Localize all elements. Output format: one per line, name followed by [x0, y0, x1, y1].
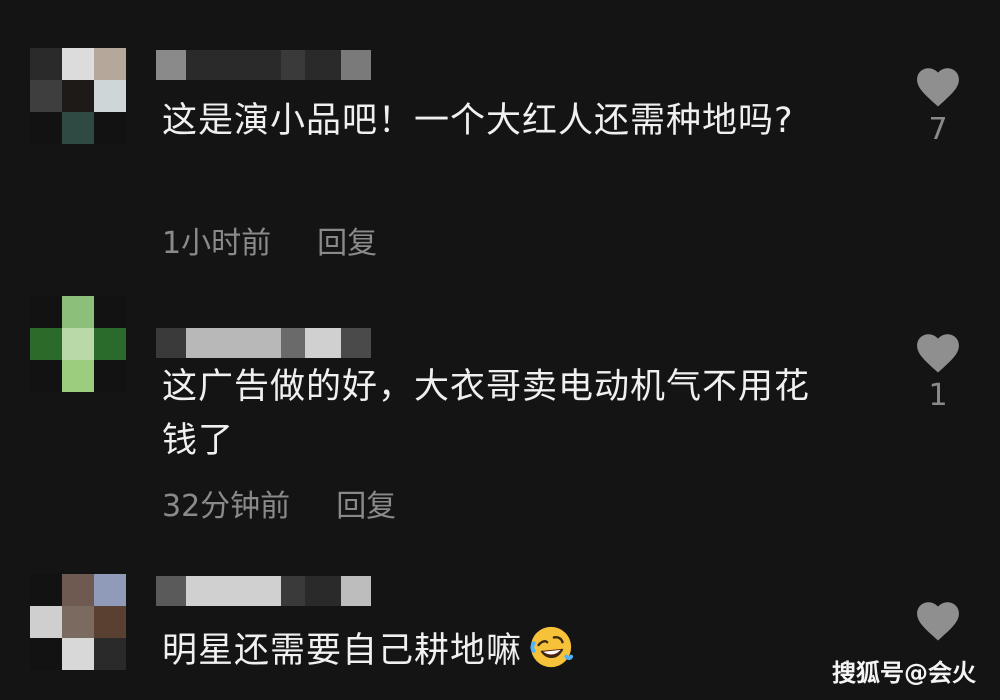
- heart-icon: [917, 602, 959, 641]
- avatar-pixel: [94, 112, 126, 144]
- comment-time: 32分钟前: [162, 489, 291, 524]
- username[interactable]: [156, 328, 371, 358]
- avatar-pixel: [30, 48, 62, 80]
- username-mosaic-block: [305, 50, 341, 80]
- avatar-pixel: [94, 328, 126, 360]
- avatar-pixel: [30, 112, 62, 144]
- reply-button[interactable]: 回复: [317, 218, 377, 262]
- avatar-pixel: [62, 360, 94, 392]
- avatar-pixel: [62, 606, 94, 638]
- avatar-pixel: [62, 328, 94, 360]
- avatar-pixel: [30, 296, 62, 328]
- avatar-pixel: [94, 574, 126, 606]
- avatar-pixel: [94, 48, 126, 80]
- avatar-pixel: [30, 574, 62, 606]
- avatar-pixel: [30, 606, 62, 638]
- username[interactable]: [156, 50, 371, 80]
- avatar-pixel: [30, 80, 62, 112]
- avatar-pixel: [94, 638, 126, 670]
- avatar-pixel: [30, 328, 62, 360]
- username-mosaic-block: [341, 50, 371, 80]
- comment-meta: 32分钟前 回复: [162, 481, 396, 525]
- comment-text-content: 明星还需要自己耕地嘛: [162, 631, 523, 671]
- username-mosaic-block: [281, 328, 305, 358]
- avatar-pixel: [62, 80, 94, 112]
- avatar-pixel: [62, 48, 94, 80]
- comment-feed: 这是演小品吧！一个大红人还需种地吗? 1小时前 回复 7 这广告做的好，大衣哥卖…: [0, 0, 1000, 700]
- heart-icon: [917, 334, 959, 373]
- comment-text: 这是演小品吧！一个大红人还需种地吗?: [162, 101, 794, 141]
- username[interactable]: [156, 576, 371, 606]
- avatar-pixel: [30, 638, 62, 670]
- avatar-pixel: [94, 80, 126, 112]
- username-mosaic-block: [341, 328, 371, 358]
- avatar[interactable]: [30, 296, 126, 392]
- username-mosaic-block: [156, 50, 186, 80]
- like-button[interactable]: 1: [908, 328, 968, 413]
- avatar-pixel: [94, 606, 126, 638]
- like-button[interactable]: 7: [908, 62, 968, 147]
- reply-button[interactable]: 回复: [336, 481, 396, 525]
- username-mosaic-block: [281, 50, 305, 80]
- username-mosaic-block: [341, 576, 371, 606]
- username-mosaic-block: [186, 50, 281, 80]
- avatar-pixel: [62, 574, 94, 606]
- rofl-emoji-icon: [530, 626, 574, 668]
- like-button[interactable]: [908, 596, 968, 642]
- avatar[interactable]: [30, 48, 126, 144]
- username-mosaic-block: [156, 328, 186, 358]
- comment-time: 1小时前: [162, 226, 272, 261]
- comment-text: 这广告做的好，大衣哥卖电动机气不用花钱了: [162, 367, 811, 461]
- like-count: 7: [928, 112, 948, 147]
- username-mosaic-block: [281, 576, 305, 606]
- watermark: 搜狐号@会火: [832, 659, 976, 687]
- username-mosaic-block: [186, 328, 281, 358]
- username-mosaic-block: [156, 576, 186, 606]
- avatar-pixel: [62, 112, 94, 144]
- username-mosaic-block: [305, 328, 341, 358]
- heart-icon: [917, 68, 959, 107]
- avatar[interactable]: [30, 574, 126, 670]
- avatar-pixel: [94, 296, 126, 328]
- avatar-pixel: [62, 638, 94, 670]
- username-mosaic-block: [305, 576, 341, 606]
- like-count: 1: [928, 378, 948, 413]
- comment-text: 明星还需要自己耕地嘛: [162, 624, 842, 678]
- avatar-pixel: [94, 360, 126, 392]
- avatar-pixel: [62, 296, 94, 328]
- username-mosaic-block: [186, 576, 281, 606]
- avatar-pixel: [30, 360, 62, 392]
- comment-meta: 1小时前 回复: [162, 218, 377, 262]
